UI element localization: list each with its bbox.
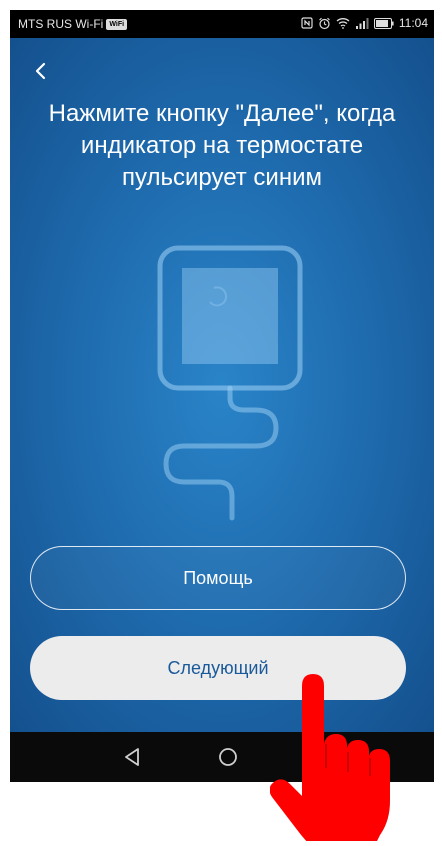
status-icons: 11:04 [301,16,428,30]
circle-home-icon [219,748,237,766]
status-bar: MTS RUS Wi-Fi WiFi 11:04 [10,10,434,38]
battery-icon [373,17,394,29]
clock-time: 11:04 [398,16,428,30]
wifi-calling-badge: WiFi [106,18,128,30]
pointing-hand-overlay [269,660,410,846]
help-button[interactable]: Помощь [30,546,406,610]
carrier-info: MTS RUS Wi-Fi WiFi [18,17,128,31]
wifi-icon [336,17,350,29]
instruction-text: Нажмите кнопку "Далее", когда индикатор … [48,100,396,191]
triangle-back-icon [125,748,139,766]
signal-icon [355,17,369,29]
nfc-icon [301,17,313,29]
pointing-hand-icon [269,674,390,846]
nav-back-button[interactable] [120,745,144,769]
carrier-name: MTS RUS Wi-Fi [18,17,104,31]
back-button[interactable] [30,60,52,82]
thermostat-illustration [140,238,320,538]
chevron-left-icon [35,62,46,80]
pairing-screen: Нажмите кнопку "Далее", когда индикатор … [10,38,434,732]
nav-home-button[interactable] [216,745,240,769]
alarm-icon [318,17,331,30]
thermostat-icon [157,245,303,521]
